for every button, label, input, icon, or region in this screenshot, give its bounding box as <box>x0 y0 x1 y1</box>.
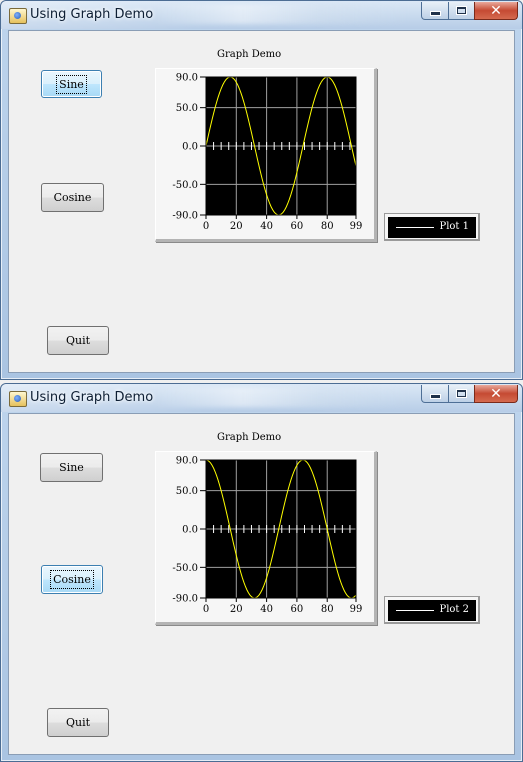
x-tick-label: 0 <box>203 221 209 232</box>
graph-svg: 90.0 50.0 0.0 -50.0 -90.0 0 20 40 60 80 99 <box>172 456 363 616</box>
y-tick-label: -50.0 <box>172 180 198 191</box>
title-bar-glare <box>151 387 411 407</box>
x-tick-label: 40 <box>260 221 273 232</box>
app-icon[interactable] <box>9 8 27 24</box>
window-sine: Using Graph Demo ✕ Sine Cosine Quit Grap… <box>0 0 523 380</box>
quit-button[interactable]: Quit <box>47 326 109 355</box>
y-tick-label: -90.0 <box>172 211 198 222</box>
x-tick-label: 60 <box>291 221 304 232</box>
y-tick-label: -50.0 <box>172 563 198 574</box>
legend-box: Plot 2 <box>388 600 476 621</box>
x-tick-label: 20 <box>230 604 243 615</box>
legend-label: Plot 1 <box>439 221 469 232</box>
y-tick-label: -90.0 <box>172 594 198 605</box>
sine-button-label: Sine <box>56 74 87 94</box>
y-tick-label: 0.0 <box>182 525 198 536</box>
y-tick-label: 90.0 <box>176 456 198 467</box>
window-cosine: Using Graph Demo ✕ Sine Cosine Quit Grap… <box>0 383 523 762</box>
graph-svg: 90.0 50.0 0.0 -50.0 -90.0 0 20 40 60 80 99 <box>172 73 363 233</box>
x-tick-label: 20 <box>230 221 243 232</box>
x-tick-label: 80 <box>321 221 334 232</box>
maximize-button[interactable] <box>448 385 475 403</box>
window-title: Using Graph Demo <box>30 7 154 22</box>
quit-button-label: Quit <box>65 334 91 347</box>
close-icon: ✕ <box>490 2 502 19</box>
graph-control: 90.0 50.0 0.0 -50.0 -90.0 0 20 40 60 80 99 <box>155 68 377 242</box>
x-tick-label: 40 <box>260 604 273 615</box>
graph-control: 90.0 50.0 0.0 -50.0 -90.0 0 20 40 60 80 99 <box>155 451 377 625</box>
legend-box: Plot 1 <box>388 217 476 238</box>
window-title: Using Graph Demo <box>30 390 154 405</box>
sine-button-label: Sine <box>59 461 84 474</box>
quit-button-label: Quit <box>65 716 91 729</box>
legend: Plot 1 <box>384 213 480 241</box>
close-button[interactable]: ✕ <box>474 2 518 20</box>
close-icon: ✕ <box>490 385 502 402</box>
cosine-button-label: Cosine <box>50 570 94 589</box>
sine-button[interactable]: Sine <box>41 70 102 98</box>
close-button[interactable]: ✕ <box>474 385 518 403</box>
legend-line-sample <box>396 610 434 611</box>
x-tick-label: 99 <box>350 604 363 615</box>
sine-button[interactable]: Sine <box>40 453 103 482</box>
app-icon[interactable] <box>9 391 27 407</box>
minimize-icon <box>430 395 440 398</box>
y-tick-label: 0.0 <box>182 142 198 153</box>
graph-title: Graph Demo <box>217 432 282 443</box>
client-area: Sine Cosine Quit Graph Demo 90.0 50.0 0.0 -… <box>8 30 515 373</box>
maximize-icon <box>457 390 466 397</box>
legend-label: Plot 2 <box>439 604 469 615</box>
quit-button[interactable]: Quit <box>47 708 109 737</box>
x-tick-label: 0 <box>203 604 209 615</box>
title-bar-glare <box>151 4 411 24</box>
client-area: Sine Cosine Quit Graph Demo 90.0 50.0 0.0 -… <box>8 413 515 755</box>
graph-title: Graph Demo <box>217 49 282 60</box>
cosine-button[interactable]: Cosine <box>41 565 103 594</box>
cosine-button[interactable]: Cosine <box>41 183 104 212</box>
x-tick-label: 99 <box>350 221 363 232</box>
legend-line-sample <box>396 227 434 228</box>
legend: Plot 2 <box>384 596 480 624</box>
y-tick-label: 50.0 <box>176 103 198 114</box>
cosine-button-label: Cosine <box>53 191 92 204</box>
x-tick-label: 80 <box>321 604 334 615</box>
minimize-icon <box>430 12 440 15</box>
maximize-button[interactable] <box>448 2 475 20</box>
maximize-icon <box>457 7 466 14</box>
minimize-button[interactable] <box>421 385 449 403</box>
title-bar[interactable]: Using Graph Demo ✕ <box>1 384 522 412</box>
minimize-button[interactable] <box>421 2 449 20</box>
x-tick-label: 60 <box>291 604 304 615</box>
y-tick-label: 50.0 <box>176 486 198 497</box>
title-bar[interactable]: Using Graph Demo ✕ <box>1 1 522 29</box>
y-tick-label: 90.0 <box>176 73 198 84</box>
